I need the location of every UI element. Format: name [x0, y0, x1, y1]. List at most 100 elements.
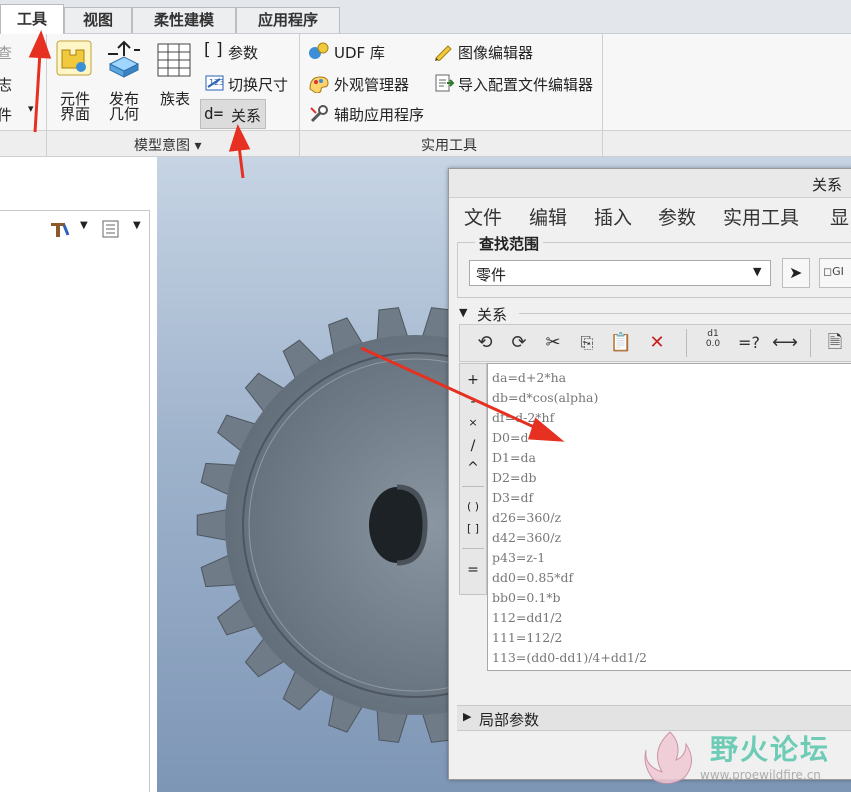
relations-toolbar: ⟲ ⟳ ✂ ⎘ 📋 ✕ d1 0.0 =? ⟷ 🗎 — [459, 324, 851, 362]
site-watermark: 野火论坛 www.proewildfire.cn — [640, 724, 850, 792]
operator-minus[interactable]: - — [460, 394, 486, 410]
parameters-button[interactable]: 参数 — [228, 42, 258, 63]
copy-icon[interactable]: ⎘ — [574, 330, 600, 356]
appearance-manager-icon — [308, 73, 330, 94]
model-tree[interactable] — [0, 247, 150, 792]
dialog-title-bar[interactable]: 关系 — [449, 169, 851, 198]
find-scope-label: 查找范围 — [475, 233, 544, 254]
show-list-icon[interactable] — [102, 220, 120, 238]
expand-arrow-icon: ▶ — [463, 710, 472, 723]
dialog-title: 关系 — [812, 176, 843, 194]
publish-geometry-icon[interactable] — [104, 40, 142, 78]
publish-geometry-label[interactable]: 发布 几何 — [103, 92, 145, 122]
operator-brackets[interactable]: [ ] — [460, 522, 486, 535]
relations-button[interactable]: d= 关系 — [200, 99, 266, 129]
watermark-title: 野火论坛 — [710, 733, 831, 766]
tab-tools[interactable]: 工具 — [0, 4, 64, 34]
relation-line: bb0=0.1*b — [492, 590, 561, 605]
collapse-arrow-icon[interactable]: ▼ — [459, 306, 467, 319]
redo-icon[interactable]: ⟳ — [506, 330, 532, 356]
udf-library-button[interactable]: UDF 库 — [334, 42, 385, 63]
select-pointer-button[interactable]: ➤ — [782, 258, 810, 288]
cube-icon: ◻GI — [823, 265, 844, 278]
relation-line: D3=df — [492, 490, 534, 505]
relation-line: p43=z-1 — [492, 550, 546, 565]
relation-line: D0=d — [492, 430, 529, 445]
cut-icon[interactable]: ✂ — [540, 330, 566, 356]
local-params-label: 局部参数 — [479, 711, 540, 729]
relation-line: db=d*cos(alpha) — [492, 390, 599, 405]
switch-dimensions-icon: 123 — [205, 73, 225, 93]
delete-icon[interactable]: ✕ — [644, 330, 670, 356]
menu-parameters[interactable]: 参数 — [658, 203, 696, 230]
relation-line: D1=da — [492, 450, 536, 465]
relation-line: D2=db — [492, 470, 537, 485]
tab-view[interactable]: 视图 — [64, 7, 132, 33]
relation-line: 111=112/2 — [492, 630, 563, 645]
log-button[interactable]: 日志 — [0, 74, 12, 95]
menu-edit[interactable]: 编辑 — [529, 203, 567, 230]
units-icon[interactable]: ⟷ — [772, 330, 798, 356]
svg-text:123: 123 — [209, 78, 224, 87]
operator-power[interactable]: ^ — [460, 460, 486, 476]
chevron-down-icon[interactable]: ▾ — [28, 102, 34, 115]
relation-line: df=d-2*hf — [492, 410, 555, 425]
family-table-label[interactable]: 族表 — [155, 92, 195, 107]
relations-label: 关系 — [231, 107, 262, 125]
chevron-down-icon[interactable]: ▼ — [80, 220, 88, 231]
scope-select[interactable]: 零件 ▼ — [469, 260, 771, 286]
verify-icon[interactable]: 🗎 — [822, 330, 848, 356]
switch-dimensions-button[interactable]: 切换尺寸 — [228, 74, 288, 95]
relation-line: 113=(dd0-dd1)/4+dd1/2 — [492, 650, 647, 665]
component-interface-label[interactable]: 元件 界面 — [54, 92, 96, 122]
appearance-manager-button[interactable]: 外观管理器 — [334, 74, 409, 95]
filter-button[interactable]: ◻GI — [819, 258, 851, 288]
settings-tools-icon[interactable] — [48, 219, 70, 239]
operator-equals[interactable]: = — [460, 562, 486, 578]
relation-line: dd0=0.85*df — [492, 570, 574, 585]
udf-library-icon — [308, 41, 330, 61]
menu-show[interactable]: 显 — [830, 203, 849, 230]
operator-multiply[interactable]: × — [460, 416, 486, 429]
relation-line: d42=360/z — [492, 530, 562, 545]
component-interface-icon[interactable] — [56, 40, 92, 76]
family-table-icon[interactable] — [156, 42, 192, 78]
image-editor-icon — [433, 41, 455, 62]
menu-insert[interactable]: 插入 — [594, 203, 632, 230]
gear-tooth — [196, 508, 231, 542]
relations-dialog: 关系 文件 编辑 插入 参数 实用工具 显 查找范围 零件 ▼ ➤ ◻GI ▼ … — [448, 168, 851, 780]
relation-line: 112=dd1/2 — [492, 610, 563, 625]
utilities-group-label: 实用工具 — [421, 138, 477, 154]
config-editor-icon — [433, 73, 455, 93]
config-editor-button[interactable]: 导入配置文件编辑器 — [458, 74, 593, 95]
relations-section-label: 关系 — [477, 306, 508, 324]
operator-bar: + - × / ^ ( ) [ ] = — [459, 363, 487, 595]
tab-flexible-modeling[interactable]: 柔性建模 — [132, 7, 236, 33]
menu-file[interactable]: 文件 — [464, 203, 502, 230]
ribbon-group-labels: 模型意图 ▾ 实用工具 — [0, 131, 851, 157]
parameters-icon: [ ] — [204, 40, 223, 60]
tab-applications[interactable]: 应用程序 — [236, 7, 340, 33]
cursor-arrow-icon: ➤ — [789, 263, 803, 282]
operator-parens[interactable]: ( ) — [460, 500, 486, 513]
model-tree-toolbar: ▼ ▼ — [0, 210, 150, 248]
ribbon: 检查 日志 零件 ▾ 元件界面 发布几何 族表 [ ] 参数 123 切换尺寸 … — [0, 34, 851, 131]
evaluate-button[interactable]: =? — [736, 330, 762, 356]
part-button[interactable]: 零件 — [0, 104, 12, 125]
relations-icon: d= — [204, 104, 224, 123]
auxiliary-applications-button[interactable]: 辅助应用程序 — [334, 104, 424, 125]
inspect-button[interactable]: 检查 — [0, 42, 12, 63]
chevron-down-icon: ▼ — [753, 265, 762, 278]
relation-line: d26=360/z — [492, 510, 562, 525]
show-values-icon[interactable]: d1 0.0 — [700, 329, 726, 355]
undo-icon[interactable]: ⟲ — [472, 330, 498, 356]
image-editor-button[interactable]: 图像编辑器 — [458, 42, 533, 63]
operator-divide[interactable]: / — [460, 438, 486, 454]
menu-utilities[interactable]: 实用工具 — [723, 203, 799, 230]
operator-plus[interactable]: + — [460, 372, 486, 388]
relation-line: da=d+2*ha — [492, 370, 567, 385]
paste-icon[interactable]: 📋 — [608, 330, 634, 356]
model-intent-group-label[interactable]: 模型意图 ▾ — [134, 135, 201, 155]
relations-editor[interactable]: da=d+2*ha db=d*cos(alpha) df=d-2*hf D0=d… — [487, 363, 851, 671]
chevron-down-icon[interactable]: ▼ — [133, 220, 141, 231]
